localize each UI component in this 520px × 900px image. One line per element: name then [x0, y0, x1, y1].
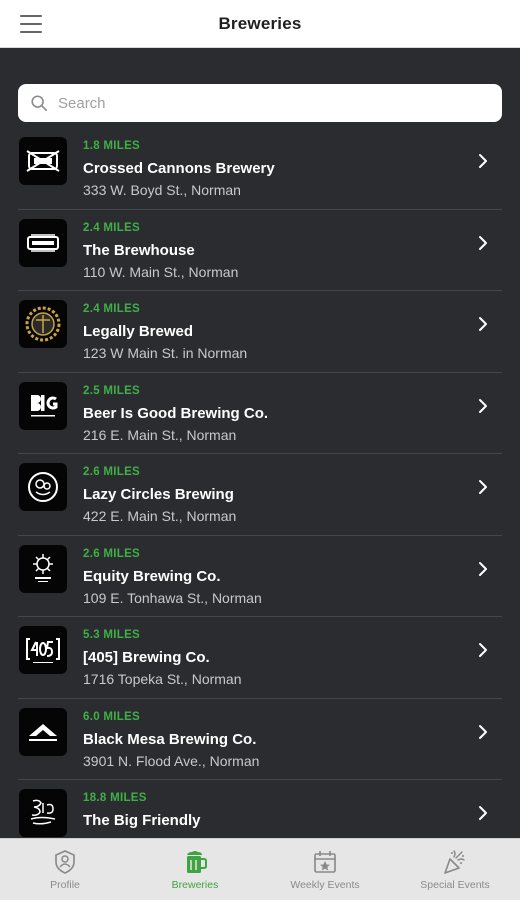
brewery-row[interactable]: 2.4 MILES Legally Brewed 123 W Main St. …	[18, 291, 502, 373]
distance-label: 5.3 MILES	[83, 629, 141, 641]
brewery-address: 110 W. Main St., Norman	[83, 263, 239, 280]
chevron-right-icon	[479, 724, 487, 739]
search-input[interactable]	[58, 94, 478, 112]
chevron-right-icon	[479, 643, 487, 657]
tab-weekly-events[interactable]: Weekly Events	[260, 839, 390, 900]
calendar-star-icon	[314, 850, 336, 873]
brewery-name: The Big Friendly	[83, 812, 201, 829]
tab-special-events[interactable]: Special Events	[390, 839, 520, 900]
chevron-right-icon	[479, 561, 487, 576]
profile-badge-icon	[55, 849, 75, 874]
distance-label: 18.8 MILES	[83, 792, 147, 804]
brewery-name: Beer Is Good Brewing Co.	[83, 404, 269, 422]
distance-label: 2.4 MILES	[83, 221, 141, 234]
brewery-row[interactable]: 6.0 MILES Black Mesa Brewing Co. 3901 N.…	[18, 699, 502, 780]
chevron-right-icon	[479, 480, 487, 494]
hamburger-menu-icon[interactable]	[20, 15, 42, 33]
brewery-row[interactable]: 2.6 MILES Lazy Circles Brewing 422 E. Ma…	[18, 454, 502, 536]
brewery-name: [405] Brewing Co.	[83, 649, 210, 666]
app-header: Breweries	[0, 0, 520, 48]
lazy-circles-logo	[19, 463, 67, 511]
chevron-right-icon	[479, 398, 487, 413]
chevron-right-icon	[479, 317, 487, 331]
distance-label: 2.6 MILES	[83, 466, 141, 478]
tab-profile[interactable]: Profile	[0, 839, 130, 900]
brewery-name: Equity Brewing Co.	[83, 567, 221, 585]
405-logo	[19, 626, 67, 674]
brewhouse-logo	[19, 218, 67, 267]
big-logo	[19, 381, 67, 430]
search-icon	[31, 95, 48, 112]
equity-logo	[19, 544, 67, 593]
distance-label: 6.0 MILES	[83, 710, 141, 723]
tab-label: Profile	[50, 878, 80, 891]
brewery-address: 123 W Main St. in Norman	[83, 345, 248, 361]
distance-label: 2.6 MILES	[83, 547, 141, 560]
distance-label: 1.8 MILES	[83, 140, 141, 152]
brewery-address: 3901 N. Flood Ave., Norman	[83, 752, 260, 769]
brewery-address: 1716 Topeka St., Norman	[83, 671, 242, 687]
brewery-row[interactable]: 5.3 MILES [405] Brewing Co. 1716 Topeka …	[18, 617, 502, 699]
chevron-right-icon	[479, 806, 487, 820]
chevron-right-icon	[479, 154, 487, 168]
brewery-row[interactable]: 2.5 MILES Beer Is Good Brewing Co. 216 E…	[18, 373, 502, 454]
tab-label: Weekly Events	[290, 878, 360, 891]
brewery-address: 216 E. Main St., Norman	[83, 426, 237, 443]
page-title: Breweries	[218, 13, 302, 33]
brewery-row[interactable]: 18.8 MILES The Big Friendly	[18, 780, 502, 838]
brewery-list: 1.8 MILES Crossed Cannons Brewery 333 W.…	[18, 128, 502, 838]
brewery-address: 109 E. Tonhawa St., Norman	[83, 589, 262, 606]
brewery-address: 333 W. Boyd St., Norman	[83, 182, 241, 198]
brewery-address: 422 E. Main St., Norman	[83, 508, 237, 524]
brewery-name: Crossed Cannons Brewery	[83, 160, 275, 177]
brewery-name: Black Mesa Brewing Co.	[83, 730, 257, 748]
tab-label: Special Events	[420, 878, 490, 891]
tab-breweries[interactable]: Breweries	[130, 839, 260, 900]
party-popper-icon	[444, 849, 465, 874]
beer-mug-icon	[187, 850, 207, 873]
search-bar[interactable]	[18, 84, 502, 122]
tab-label: Breweries	[171, 878, 219, 891]
brewery-row[interactable]: 2.6 MILES Equity Brewing Co. 109 E. Tonh…	[18, 536, 502, 617]
brewery-row[interactable]: 2.4 MILES The Brewhouse 110 W. Main St.,…	[18, 210, 502, 291]
brewery-row[interactable]: 1.8 MILES Crossed Cannons Brewery 333 W.…	[18, 128, 502, 210]
black-mesa-logo	[19, 707, 67, 756]
bottom-tab-bar: Profile Breweries Weekly Events Special …	[0, 838, 520, 900]
legally-brewed-logo	[19, 300, 67, 348]
brewery-name: The Brewhouse	[83, 241, 195, 259]
big-friendly-logo	[19, 789, 67, 837]
brewery-name: Lazy Circles Brewing	[83, 486, 234, 503]
distance-label: 2.5 MILES	[83, 384, 141, 397]
distance-label: 2.4 MILES	[83, 303, 141, 315]
brewery-name: Legally Brewed	[83, 323, 194, 340]
chevron-right-icon	[479, 235, 487, 250]
crossed-cannons-logo	[19, 137, 67, 185]
